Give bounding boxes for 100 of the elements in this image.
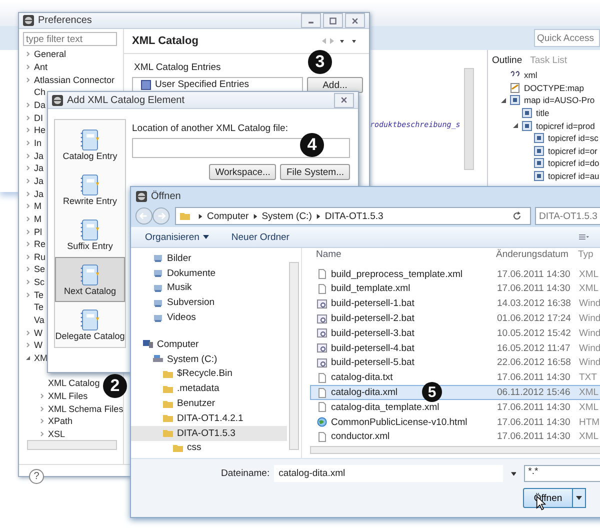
tree-item[interactable]: XM	[34, 353, 48, 364]
breadcrumb-item[interactable]: Computer	[207, 210, 249, 222]
help-button[interactable]: ?	[29, 469, 44, 484]
file-type-filter[interactable]: *.*	[524, 465, 600, 482]
nav-row[interactable]: Computer	[131, 336, 287, 352]
tree-item[interactable]: Ja	[34, 176, 44, 186]
tree-item[interactable]: DI	[34, 112, 43, 123]
maximize-button[interactable]	[323, 13, 343, 28]
tree-item[interactable]: Ja	[34, 163, 44, 174]
tree-item[interactable]: Pl	[34, 226, 42, 237]
nav-row[interactable]: DITA-OT1.5.3	[131, 426, 287, 441]
caret-icon[interactable]	[510, 472, 516, 476]
nav-row[interactable]: .metadata	[131, 381, 287, 396]
close-button[interactable]	[334, 92, 354, 108]
minimize-button[interactable]	[301, 13, 321, 28]
outline-item[interactable]: DOCTYPE:map	[524, 82, 584, 93]
file-row[interactable]: build_template.xml 17.06.2011 14:30 XML	[310, 282, 600, 296]
tree-item[interactable]: Ja	[34, 188, 44, 199]
breadcrumb-item[interactable]: System (C:)	[262, 210, 312, 222]
tree-item[interactable]: XML Files	[48, 391, 88, 402]
tree-item[interactable]: W	[34, 328, 42, 338]
scrollbar[interactable]	[289, 262, 299, 450]
view-tab[interactable]: Outline	[492, 55, 522, 66]
scrollbar[interactable]	[27, 440, 117, 450]
file-row[interactable]: CommonPublicLicense-v10.html 17.06.2011 14:30 HTM	[310, 414, 600, 430]
nav-row[interactable]: $Recycle.Bin	[131, 366, 287, 382]
close-button[interactable]	[345, 13, 365, 28]
file-row[interactable]: catalog-dita_template.xml 17.06.2011 14:30 XML	[310, 400, 600, 415]
column-header[interactable]: Typ	[578, 248, 600, 260]
expand-arrow-icon[interactable]	[25, 355, 31, 362]
tree-item[interactable]: Ant	[34, 62, 48, 72]
tree-item[interactable]: Da	[34, 100, 46, 110]
file-row[interactable]: build-petersell-1.bat 14.03.2012 16:38 Wind	[310, 296, 600, 312]
back-forward-icon[interactable]	[135, 207, 171, 225]
tree-item[interactable]: He	[34, 125, 46, 136]
tree-item[interactable]: Ru	[34, 252, 46, 262]
breadcrumb-item[interactable]: DITA-OT1.5.3	[324, 210, 384, 222]
tree-item[interactable]: Re	[34, 239, 46, 250]
tree-item[interactable]: XML Schema Files	[48, 404, 124, 414]
tree-item[interactable]: M	[34, 214, 42, 224]
outline-item[interactable]: title	[536, 108, 550, 118]
refresh-icon[interactable]	[512, 211, 522, 221]
nav-row[interactable]: Benutzer	[131, 396, 287, 411]
search-field[interactable]: DITA-OT1.5.3	[535, 207, 600, 225]
split-dropdown-button[interactable]	[573, 488, 586, 508]
outline-item[interactable]: topicref id=sc	[548, 133, 598, 144]
file-row[interactable]: build-petersell-5.bat 22.06.2012 16:58 Wind	[310, 356, 600, 370]
file-row[interactable]: conductor.xml 17.06.2011 14:30 XML	[310, 430, 600, 444]
column-header[interactable]: Änderungsdatum	[496, 248, 578, 260]
tree-item[interactable]: Sc	[34, 277, 45, 288]
column-header[interactable]: Name	[310, 248, 496, 260]
address-bar[interactable]: Computer System (C:) DITA-OT1.5.3	[175, 207, 531, 225]
file-row[interactable]: build-petersell-3.bat 10.05.2012 15:42 Wind	[310, 326, 600, 341]
toolbar-button[interactable]: Organisieren	[145, 232, 210, 242]
file-name-field[interactable]: catalog-dita.xml	[274, 465, 503, 482]
tree-item[interactable]: Va	[34, 315, 44, 326]
file-row[interactable]: build_preprocess_template.xml 17.06.2011 14:30 XML	[310, 266, 600, 282]
toolbar-button[interactable]: Neuer Ordner	[231, 232, 290, 242]
tree-item[interactable]: Ja	[34, 150, 44, 161]
tree-item[interactable]: XSL	[48, 429, 66, 440]
nav-row[interactable]: System (C:)	[131, 352, 287, 367]
palette-item[interactable]: Suffix Entry	[55, 212, 125, 257]
view-options-icon[interactable]	[579, 232, 589, 242]
outline-item[interactable]: xml	[524, 70, 538, 80]
browse-button[interactable]: Workspace...	[209, 164, 276, 180]
nav-row[interactable]: css	[131, 440, 287, 456]
outline-item[interactable]: topicref id=au	[548, 171, 600, 182]
expand-arrow-icon[interactable]	[501, 98, 506, 103]
palette-item[interactable]: Delegate Catalog	[55, 302, 125, 347]
tree-item[interactable]: M	[34, 201, 42, 212]
location-field[interactable]	[132, 138, 350, 158]
tree-item[interactable]: XPath	[48, 416, 73, 426]
nav-item[interactable]: Videos	[167, 312, 196, 324]
outline-item[interactable]: topicref id=or	[548, 146, 598, 156]
nav-row[interactable]: DITA-OT1.4.2.1	[131, 410, 287, 426]
scrollbar[interactable]	[310, 446, 600, 454]
palette-item[interactable]: Rewrite Entry	[55, 167, 125, 212]
outline-item[interactable]: topicref id=do	[548, 158, 600, 168]
nav-item[interactable]: Subversion	[167, 297, 215, 308]
tree-item[interactable]: Se	[34, 264, 46, 274]
palette-item[interactable]: Next Catalog	[55, 257, 125, 302]
tree-item[interactable]: General	[34, 49, 66, 60]
nav-item[interactable]: Musik	[167, 282, 192, 294]
outline-item[interactable]: topicref id=prod	[536, 120, 595, 131]
tree-item[interactable]: Te	[34, 302, 44, 312]
browse-button[interactable]: File System...	[280, 164, 350, 180]
quick-access-field[interactable]: Quick Access	[534, 29, 600, 47]
nav-item[interactable]: Dokumente	[167, 268, 216, 279]
filter-field[interactable]: type filter text	[23, 32, 117, 46]
tree-item[interactable]: XML Catalog	[48, 378, 100, 388]
tree-item[interactable]: Ch	[34, 87, 46, 98]
tree-item[interactable]: Atlassian Connector	[34, 74, 115, 85]
tree-item[interactable]: In	[34, 138, 42, 148]
list-item[interactable]: User Specified Entries	[155, 79, 249, 90]
tree-item[interactable]: W	[34, 340, 42, 350]
file-row[interactable]: build-petersell-2.bat 01.06.2012 17:24 Wind	[310, 311, 600, 326]
palette-item[interactable]: Catalog Entry	[55, 122, 125, 167]
outline-item[interactable]: map id=AUSO-Pro	[524, 95, 595, 106]
scrollbar[interactable]	[464, 68, 474, 170]
expand-arrow-icon[interactable]	[513, 123, 518, 128]
